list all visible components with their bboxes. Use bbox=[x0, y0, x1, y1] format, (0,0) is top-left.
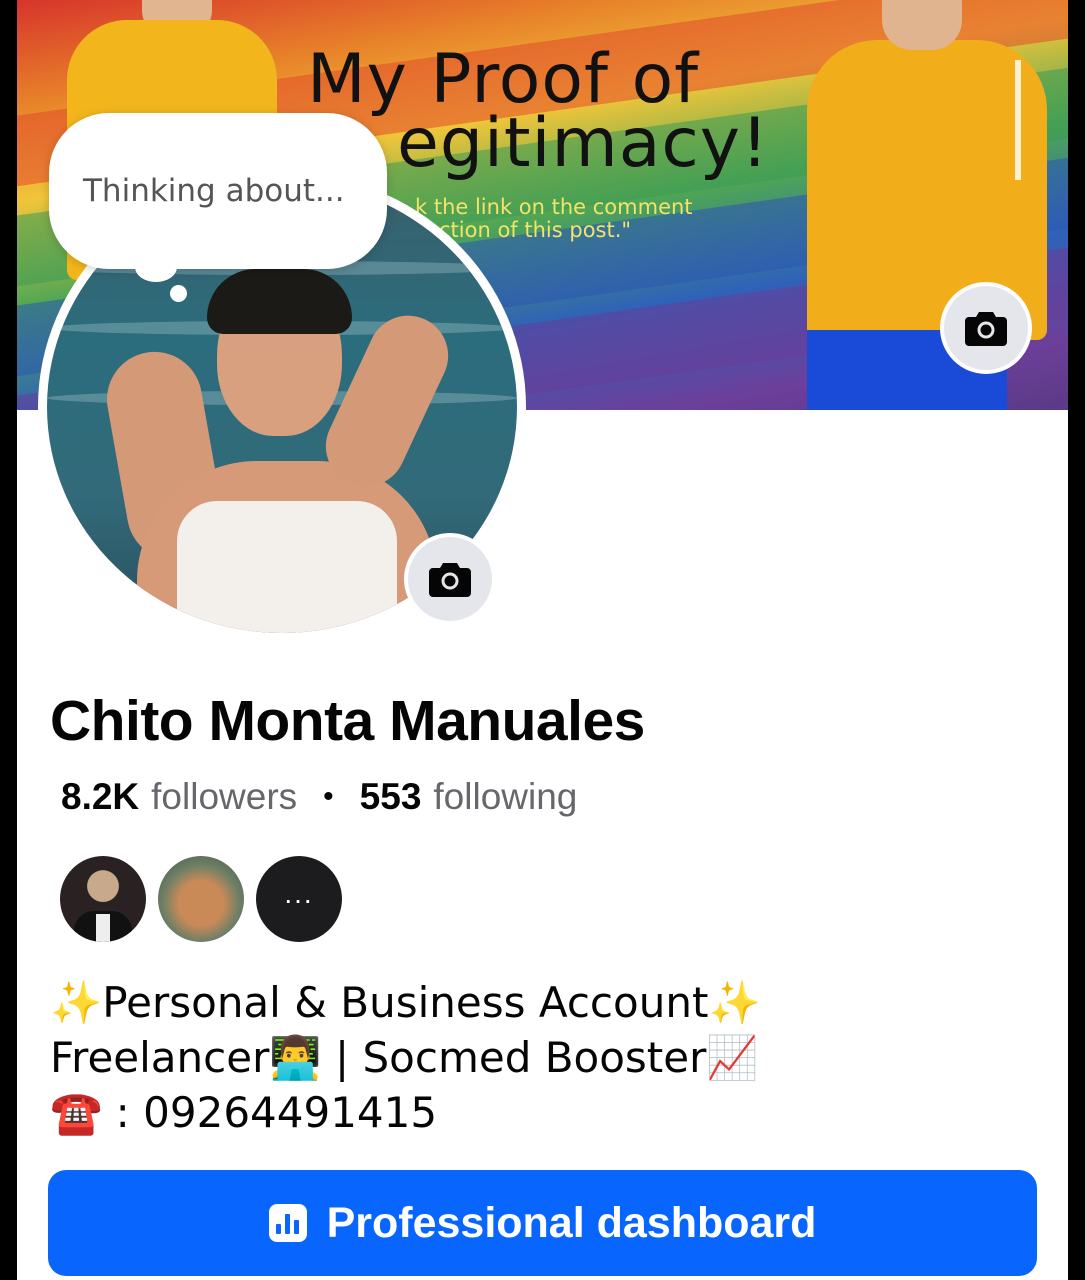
professional-dashboard-button[interactable]: Professional dashboard bbox=[48, 1170, 1037, 1276]
bio-line-3: ☎️ : 09264491415 bbox=[50, 1085, 761, 1140]
following-count[interactable]: 553 bbox=[360, 776, 422, 818]
technologist-icon: 👨‍💻 bbox=[269, 1033, 322, 1082]
followers-label[interactable]: followers bbox=[151, 776, 297, 818]
followers-count[interactable]: 8.2K bbox=[61, 776, 139, 818]
more-friends-button[interactable]: ... bbox=[256, 856, 342, 942]
stats-separator: • bbox=[323, 780, 334, 813]
sparkles-icon: ✨ bbox=[50, 978, 103, 1027]
cover-sub-line1: k the link on the comment bbox=[415, 195, 693, 219]
chart-increasing-icon: 📈 bbox=[706, 1033, 759, 1082]
profile-name: Chito Monta Manuales bbox=[50, 689, 645, 753]
more-dots-icon: ... bbox=[284, 878, 314, 909]
cover-title-line1: My Proof of bbox=[307, 40, 700, 119]
thought-bubble[interactable]: Thinking about... bbox=[49, 113, 387, 269]
bio-line-1-text: Personal & Business Account bbox=[102, 978, 709, 1027]
profile-bio: ✨Personal & Business Account✨ Freelancer… bbox=[50, 975, 761, 1140]
professional-dashboard-label: Professional dashboard bbox=[326, 1198, 817, 1247]
thought-bubble-tail-small bbox=[170, 285, 187, 302]
telephone-icon: ☎️ bbox=[50, 1088, 103, 1137]
camera-icon bbox=[429, 563, 471, 597]
thought-bubble-placeholder: Thinking about... bbox=[83, 173, 345, 209]
thought-bubble-tail bbox=[135, 252, 177, 282]
edit-profile-picture-button[interactable] bbox=[404, 533, 496, 625]
bio-line-1: ✨Personal & Business Account✨ bbox=[50, 975, 761, 1030]
cover-subtitle: k the link on the comment ction of this … bbox=[415, 196, 693, 242]
camera-icon bbox=[965, 312, 1007, 346]
bio-line-2-text: Freelancer bbox=[50, 1033, 270, 1082]
friend-avatar[interactable] bbox=[158, 856, 244, 942]
sparkles-icon: ✨ bbox=[708, 978, 761, 1027]
bar-chart-icon bbox=[268, 1204, 307, 1242]
friend-avatar[interactable] bbox=[60, 856, 146, 942]
bio-line-2-mid: | Socmed Booster bbox=[321, 1033, 707, 1082]
bio-line-2: Freelancer👨‍💻 | Socmed Booster📈 bbox=[50, 1030, 761, 1085]
cover-sub-line2: ction of this post." bbox=[439, 218, 632, 242]
bio-phone-number[interactable]: : 09264491415 bbox=[102, 1088, 437, 1137]
friends-preview: ... bbox=[60, 856, 342, 942]
profile-screen: My Proof of egitimacy! k the link on the… bbox=[17, 0, 1068, 1280]
follow-stats: 8.2K followers • 553 following bbox=[61, 776, 577, 818]
edit-cover-photo-button[interactable] bbox=[940, 282, 1032, 374]
following-label[interactable]: following bbox=[433, 776, 577, 818]
